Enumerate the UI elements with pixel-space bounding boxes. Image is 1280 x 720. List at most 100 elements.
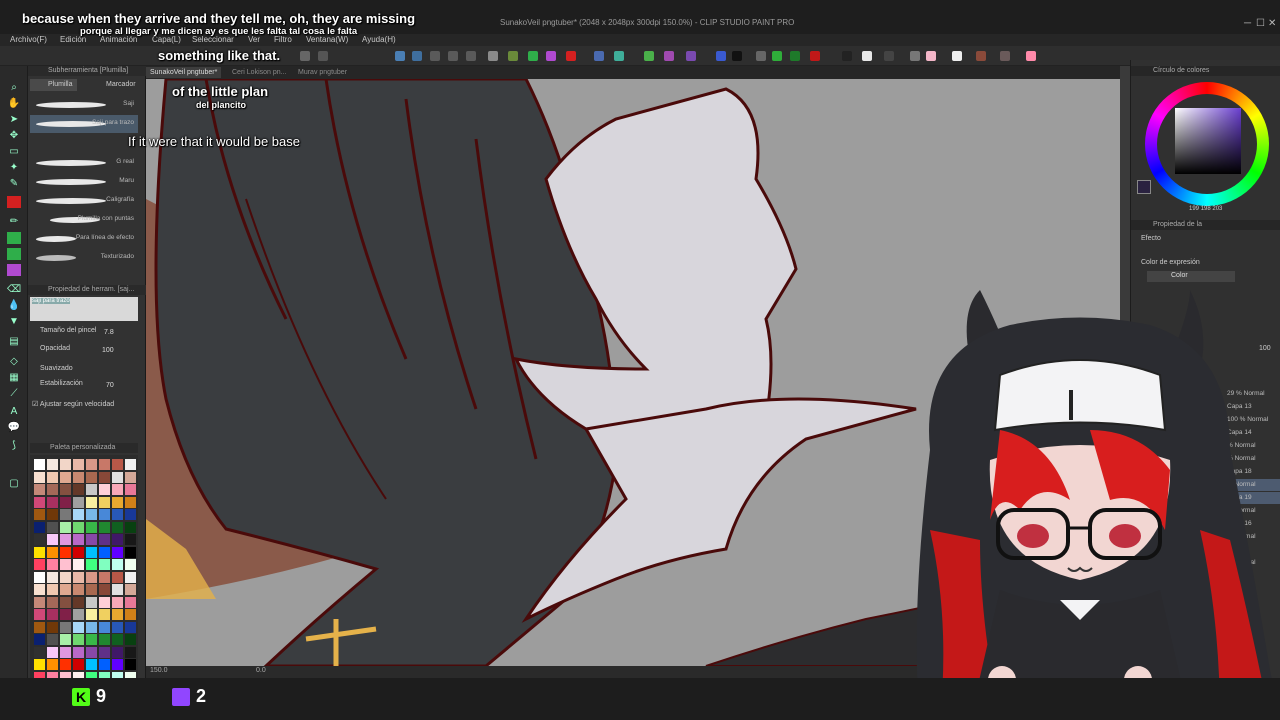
- ruler-tool-icon[interactable]: ⟋: [7, 388, 21, 400]
- palette-swatch[interactable]: [47, 609, 58, 620]
- main-color-icon[interactable]: [7, 458, 21, 470]
- palette-swatch[interactable]: [47, 484, 58, 495]
- palette-swatch[interactable]: [86, 459, 97, 470]
- pencil-icon[interactable]: [412, 51, 422, 61]
- palette-swatch[interactable]: [34, 471, 45, 483]
- text-icon[interactable]: [466, 51, 476, 61]
- brush-size-value[interactable]: 7.8: [104, 329, 114, 336]
- palette-swatch[interactable]: [47, 571, 58, 583]
- palette-swatch[interactable]: [73, 534, 84, 545]
- palette-swatch[interactable]: [73, 609, 84, 620]
- palette-swatch[interactable]: [60, 571, 71, 583]
- airbrush-tool-icon[interactable]: [7, 248, 21, 260]
- palette-swatch[interactable]: [112, 571, 123, 583]
- palette-swatch[interactable]: [86, 596, 97, 608]
- palette-swatch[interactable]: [47, 584, 58, 595]
- color-brown-icon[interactable]: [976, 51, 986, 61]
- palette-swatch[interactable]: [60, 559, 71, 570]
- gradient-icon[interactable]: [528, 51, 538, 61]
- palette-swatch[interactable]: [112, 546, 123, 558]
- color-blue-icon[interactable]: [716, 51, 726, 61]
- palette-swatch[interactable]: [34, 584, 45, 595]
- palette-swatch[interactable]: [73, 659, 84, 670]
- palette-swatch[interactable]: [86, 634, 97, 645]
- palette-swatch[interactable]: [34, 634, 45, 645]
- palette-swatch[interactable]: [125, 471, 136, 483]
- palette-swatch[interactable]: [86, 484, 97, 495]
- palette-swatch[interactable]: [47, 534, 58, 545]
- brush-icon[interactable]: [430, 51, 440, 61]
- color-grey-icon[interactable]: [884, 51, 894, 61]
- brush-item[interactable]: Caligrafía: [30, 192, 138, 210]
- fill-tool-icon[interactable]: ▼: [7, 316, 21, 328]
- palette-swatch[interactable]: [34, 496, 45, 508]
- palette-swatch[interactable]: [99, 621, 110, 633]
- palette-swatch[interactable]: [125, 634, 136, 645]
- palette-swatch[interactable]: [60, 596, 71, 608]
- palette-swatch[interactable]: [112, 646, 123, 658]
- palette-swatch[interactable]: [34, 596, 45, 608]
- palette-swatch[interactable]: [73, 496, 84, 508]
- palette-swatch[interactable]: [47, 596, 58, 608]
- color-wheel[interactable]: [1145, 82, 1269, 206]
- palette-swatch[interactable]: [125, 559, 136, 570]
- palette-swatch[interactable]: [34, 546, 45, 558]
- palette-swatch[interactable]: [86, 546, 97, 558]
- palette-swatch[interactable]: [60, 521, 71, 533]
- palette-swatch[interactable]: [86, 571, 97, 583]
- palette-swatch[interactable]: [112, 459, 123, 470]
- palette-swatch[interactable]: [86, 609, 97, 620]
- color-red-icon[interactable]: [566, 51, 576, 61]
- palette-swatch[interactable]: [125, 596, 136, 608]
- brush-item[interactable]: Saji: [30, 96, 138, 114]
- palette-swatch[interactable]: [99, 571, 110, 583]
- text-tool-icon[interactable]: A: [7, 406, 21, 418]
- color-black-icon[interactable]: [732, 51, 742, 61]
- palette-swatch[interactable]: [34, 484, 45, 495]
- stabilization-value[interactable]: 70: [106, 382, 114, 389]
- palette-swatch[interactable]: [86, 534, 97, 545]
- blend-tool-icon[interactable]: 💧: [7, 300, 21, 312]
- palette-swatch[interactable]: [60, 659, 71, 670]
- palette-swatch[interactable]: [99, 484, 110, 495]
- vector-icon[interactable]: [686, 51, 696, 61]
- palette-swatch[interactable]: [73, 509, 84, 520]
- palette-swatch[interactable]: [112, 471, 123, 483]
- palette-swatch[interactable]: [125, 584, 136, 595]
- palette-swatch[interactable]: [73, 546, 84, 558]
- eraser-tool-icon[interactable]: ⌫: [7, 284, 21, 296]
- palette-swatch[interactable]: [60, 584, 71, 595]
- brush-item[interactable]: Para línea de efecto: [30, 230, 138, 248]
- layer-icon[interactable]: [644, 51, 654, 61]
- palette-swatch[interactable]: [125, 534, 136, 545]
- brush-item[interactable]: Texturizado: [30, 249, 138, 267]
- palette-swatch[interactable]: [112, 496, 123, 508]
- palette-swatch[interactable]: [99, 546, 110, 558]
- palette-swatch[interactable]: [47, 646, 58, 658]
- palette-swatch[interactable]: [112, 584, 123, 595]
- palette-swatch[interactable]: [125, 621, 136, 633]
- palette-swatch[interactable]: [60, 609, 71, 620]
- fill-icon[interactable]: [508, 51, 518, 61]
- palette-swatch[interactable]: [73, 521, 84, 533]
- hand-icon[interactable]: [300, 51, 310, 61]
- ruler-icon[interactable]: [448, 51, 458, 61]
- minimize-icon[interactable]: ─: [1244, 18, 1251, 29]
- palette-swatch[interactable]: [99, 659, 110, 670]
- palette-swatch[interactable]: [60, 484, 71, 495]
- palette-swatch[interactable]: [86, 559, 97, 570]
- palette-swatch[interactable]: [34, 509, 45, 520]
- palette-swatch[interactable]: [125, 546, 136, 558]
- brush-tool-icon[interactable]: [7, 232, 21, 244]
- brush-item-selected[interactable]: Saji para trazo: [30, 115, 138, 133]
- pen-icon[interactable]: [395, 51, 405, 61]
- palette-swatch[interactable]: [99, 496, 110, 508]
- palette-swatch[interactable]: [47, 496, 58, 508]
- pen-tool-icon[interactable]: [7, 196, 21, 208]
- palette-swatch[interactable]: [86, 584, 97, 595]
- menu-file[interactable]: Archivo(F): [10, 35, 47, 44]
- palette-swatch[interactable]: [86, 659, 97, 670]
- transform-icon[interactable]: [594, 51, 604, 61]
- brush-item[interactable]: Plumilla con puntas: [30, 211, 138, 229]
- palette-swatch[interactable]: [86, 621, 97, 633]
